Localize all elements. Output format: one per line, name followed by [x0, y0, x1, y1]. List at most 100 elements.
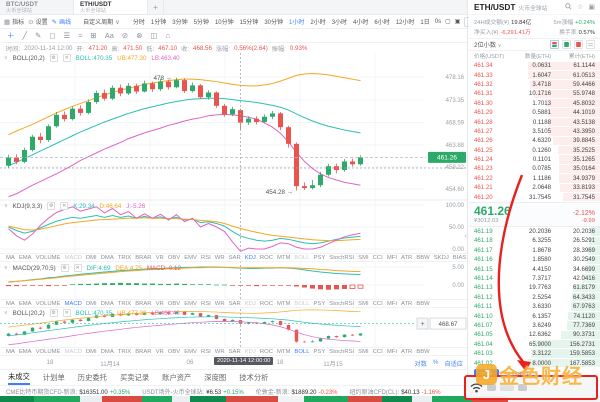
split-view-icon[interactable]: ◫ [150, 31, 157, 40]
indicator-tab-brar[interactable]: BRAR [135, 349, 151, 355]
remove-drawing-icon[interactable]: ⊗ [136, 31, 142, 40]
bid-row-461.05[interactable]: 461.05 12.6362 90.3731 [469, 330, 600, 340]
indicator-tab-roc[interactable]: ROC [260, 349, 273, 355]
ask-row-461.21[interactable]: 461.21 2.0648 33.8193 [469, 183, 600, 192]
collapse-panel-handle[interactable]: ‹ [464, 231, 467, 240]
indicator-tab-stochrsi[interactable]: StochRSI [329, 301, 354, 307]
indicator-tab-ema[interactable]: EMA [19, 255, 32, 261]
log-scale-toggle[interactable]: 对数 [415, 359, 427, 368]
indicator-tab-kdj[interactable]: KDJ [245, 255, 256, 261]
auto-fit-toggle[interactable]: 自适应 [444, 359, 463, 368]
indicator-tab-roc[interactable]: ROC [260, 255, 273, 261]
bottom-tab-技术分析[interactable]: 技术分析 [239, 370, 268, 385]
depth-layout-icon[interactable] [586, 40, 595, 49]
indicator-tab-volume[interactable]: VOLUME [36, 255, 61, 261]
indicator-tab-macd[interactable]: MACD [65, 349, 82, 355]
bid-row-461.10[interactable]: 461.10 6.1357 74.1120 [469, 311, 600, 321]
timeframe-分时[interactable]: 分时 [132, 17, 146, 26]
timeframe-3小时[interactable]: 3小时 [331, 17, 348, 26]
star-icon[interactable]: ☆ [577, 4, 583, 11]
indicator-tab-mfi[interactable]: MFI [387, 349, 397, 355]
indicator-tab-dmi[interactable]: DMI [86, 349, 97, 355]
indicator-tab-psy[interactable]: PSY [313, 255, 325, 261]
percent-scale-toggle[interactable]: % [433, 359, 439, 368]
depth-mode-sell-icon[interactable] [574, 40, 583, 49]
timeframe-30分钟[interactable]: 30分钟 [263, 17, 284, 26]
indicator-close-icon[interactable]: ✕ [60, 202, 69, 210]
indicator-tab-kdj[interactable]: KDJ [245, 349, 256, 355]
indicator-tab-brar[interactable]: BRAR [135, 301, 151, 307]
snapshot-icon[interactable]: ▣ [455, 18, 461, 25]
indicator-tab-kdj[interactable]: KDJ [245, 301, 256, 307]
indicator-tab-wr[interactable]: WR [215, 349, 225, 355]
trendline-tool-icon[interactable]: ╱ [23, 31, 28, 40]
timeframe-5分钟[interactable]: 5分钟 [193, 17, 210, 26]
indicator-tab-rsi[interactable]: RSI [201, 301, 211, 307]
add-tab-button[interactable]: + [148, 0, 164, 14]
indicator-tab-smi[interactable]: SMI [358, 255, 368, 261]
indicator-close-icon[interactable]: ✕ [62, 309, 71, 317]
bid-row-461.11[interactable]: 461.11 3.6330 67.9763 [469, 302, 600, 311]
bid-row-461.12[interactable]: 461.12 2.5254 64.3433 [469, 293, 600, 302]
indicator-tab-sar[interactable]: SAR [229, 301, 241, 307]
ask-row-461.25[interactable]: 461.25 0.1260 35.2525 [469, 146, 600, 155]
indicator-tab-dma[interactable]: DMA [101, 301, 114, 307]
timeframe-12小时[interactable]: 12小时 [395, 17, 416, 26]
indicator-tab-dmi[interactable]: DMI [86, 301, 97, 307]
indicator-settings-icon[interactable]: ⚙ [60, 264, 69, 272]
bid-row-461.03[interactable]: 461.03 3.3122 159.5853 [469, 349, 600, 358]
indicator-tab-cci[interactable]: CCI [373, 349, 383, 355]
indicator-tab-rsi[interactable]: RSI [201, 255, 211, 261]
ask-row-461.27[interactable]: 461.27 3.5105 43.3950 [469, 127, 600, 136]
indicator-tab-trix[interactable]: TRIX [118, 349, 131, 355]
indicator-tab-macd[interactable]: MACD [65, 301, 82, 307]
search-icon[interactable] [565, 2, 572, 12]
depth-mode-buy-icon[interactable] [562, 40, 571, 49]
indicator-close-icon[interactable]: ✕ [62, 54, 71, 62]
indicator-tab-bbw[interactable]: BBW [416, 301, 429, 307]
indicator-tab-mfi[interactable]: MFI [387, 301, 397, 307]
ask-row-461.30[interactable]: 461.30 1.7013 45.8032 [469, 99, 600, 108]
ask-row-461.26[interactable]: 461.26 4.6320 39.8845 [469, 136, 600, 146]
bid-row-461.17[interactable]: 461.17 1.8678 28.3969 [469, 246, 600, 255]
collapse-icon[interactable]: ∨ [4, 55, 8, 61]
indicator-tab-boll[interactable]: BOLL [294, 255, 309, 261]
indicator-tab-skdj[interactable]: SKDJ [434, 255, 449, 261]
text-tool-icon[interactable]: Aa [105, 31, 114, 40]
indicator-tab-atr[interactable]: ATR [401, 255, 412, 261]
timeframe-1分钟[interactable]: 1分钟 [150, 17, 167, 26]
indicator-tab-boll[interactable]: BOLL [294, 301, 309, 307]
indicator-tab-vr[interactable]: VR [156, 301, 164, 307]
chart-area[interactable]: 478.16 473.35 468.59 463.88 459.22 454.60 100.… [0, 53, 468, 356]
indicator-tab-cci[interactable]: CCI [373, 255, 383, 261]
timeframe-4小时[interactable]: 4小时 [352, 17, 369, 26]
indicator-tab-macd[interactable]: MACD [65, 255, 82, 261]
pattern-tool-icon[interactable]: ⊞ [90, 31, 96, 40]
indicator-tab-bbw[interactable]: BBW [416, 255, 429, 261]
bottom-tab-买卖记录[interactable]: 买卖记录 [120, 370, 149, 385]
ask-row-461.31[interactable]: 461.31 10.1716 55.9748 [469, 89, 600, 99]
indicator-tab-dma[interactable]: DMA [101, 349, 114, 355]
depth-mode-both-icon[interactable] [550, 40, 559, 49]
ask-row-461.24[interactable]: 461.24 0.1101 35.1265 [469, 155, 600, 164]
brush-tool-icon[interactable]: ✎ [35, 31, 41, 40]
popout-icon[interactable]: ▣ [588, 4, 595, 11]
indicator-tab-trix[interactable]: TRIX [118, 255, 131, 261]
symbol-tab-btc-usdt[interactable]: BTC/USDT 火币全球站 [0, 0, 74, 14]
timeframe-3分钟[interactable]: 3分钟 [171, 17, 188, 26]
timeframe-2小时[interactable]: 2小时 [309, 17, 326, 26]
collapse-icon[interactable]: ∨ [4, 310, 8, 316]
bottom-tab-账户资产[interactable]: 账户资产 [162, 370, 191, 385]
indicator-tab-bbw[interactable]: BBW [416, 349, 429, 355]
settings-button[interactable]: ⊙ 设置 [28, 17, 47, 27]
indicator-tab-psy[interactable]: PSY [313, 301, 325, 307]
indicator-tab-volume[interactable]: VOLUME [36, 349, 61, 355]
indicator-tab-smi[interactable]: SMI [358, 301, 368, 307]
indicator-tab-sar[interactable]: SAR [229, 349, 241, 355]
indicator-tab-roc[interactable]: ROC [260, 301, 273, 307]
timeframe-6小时[interactable]: 6小时 [373, 17, 390, 26]
indicator-settings-icon[interactable]: ⚙ [49, 309, 58, 317]
indicator-tab-obv[interactable]: OBV [168, 301, 180, 307]
indicator-tab-atr[interactable]: ATR [401, 349, 412, 355]
indicator-tab-ma[interactable]: MA [6, 349, 15, 355]
